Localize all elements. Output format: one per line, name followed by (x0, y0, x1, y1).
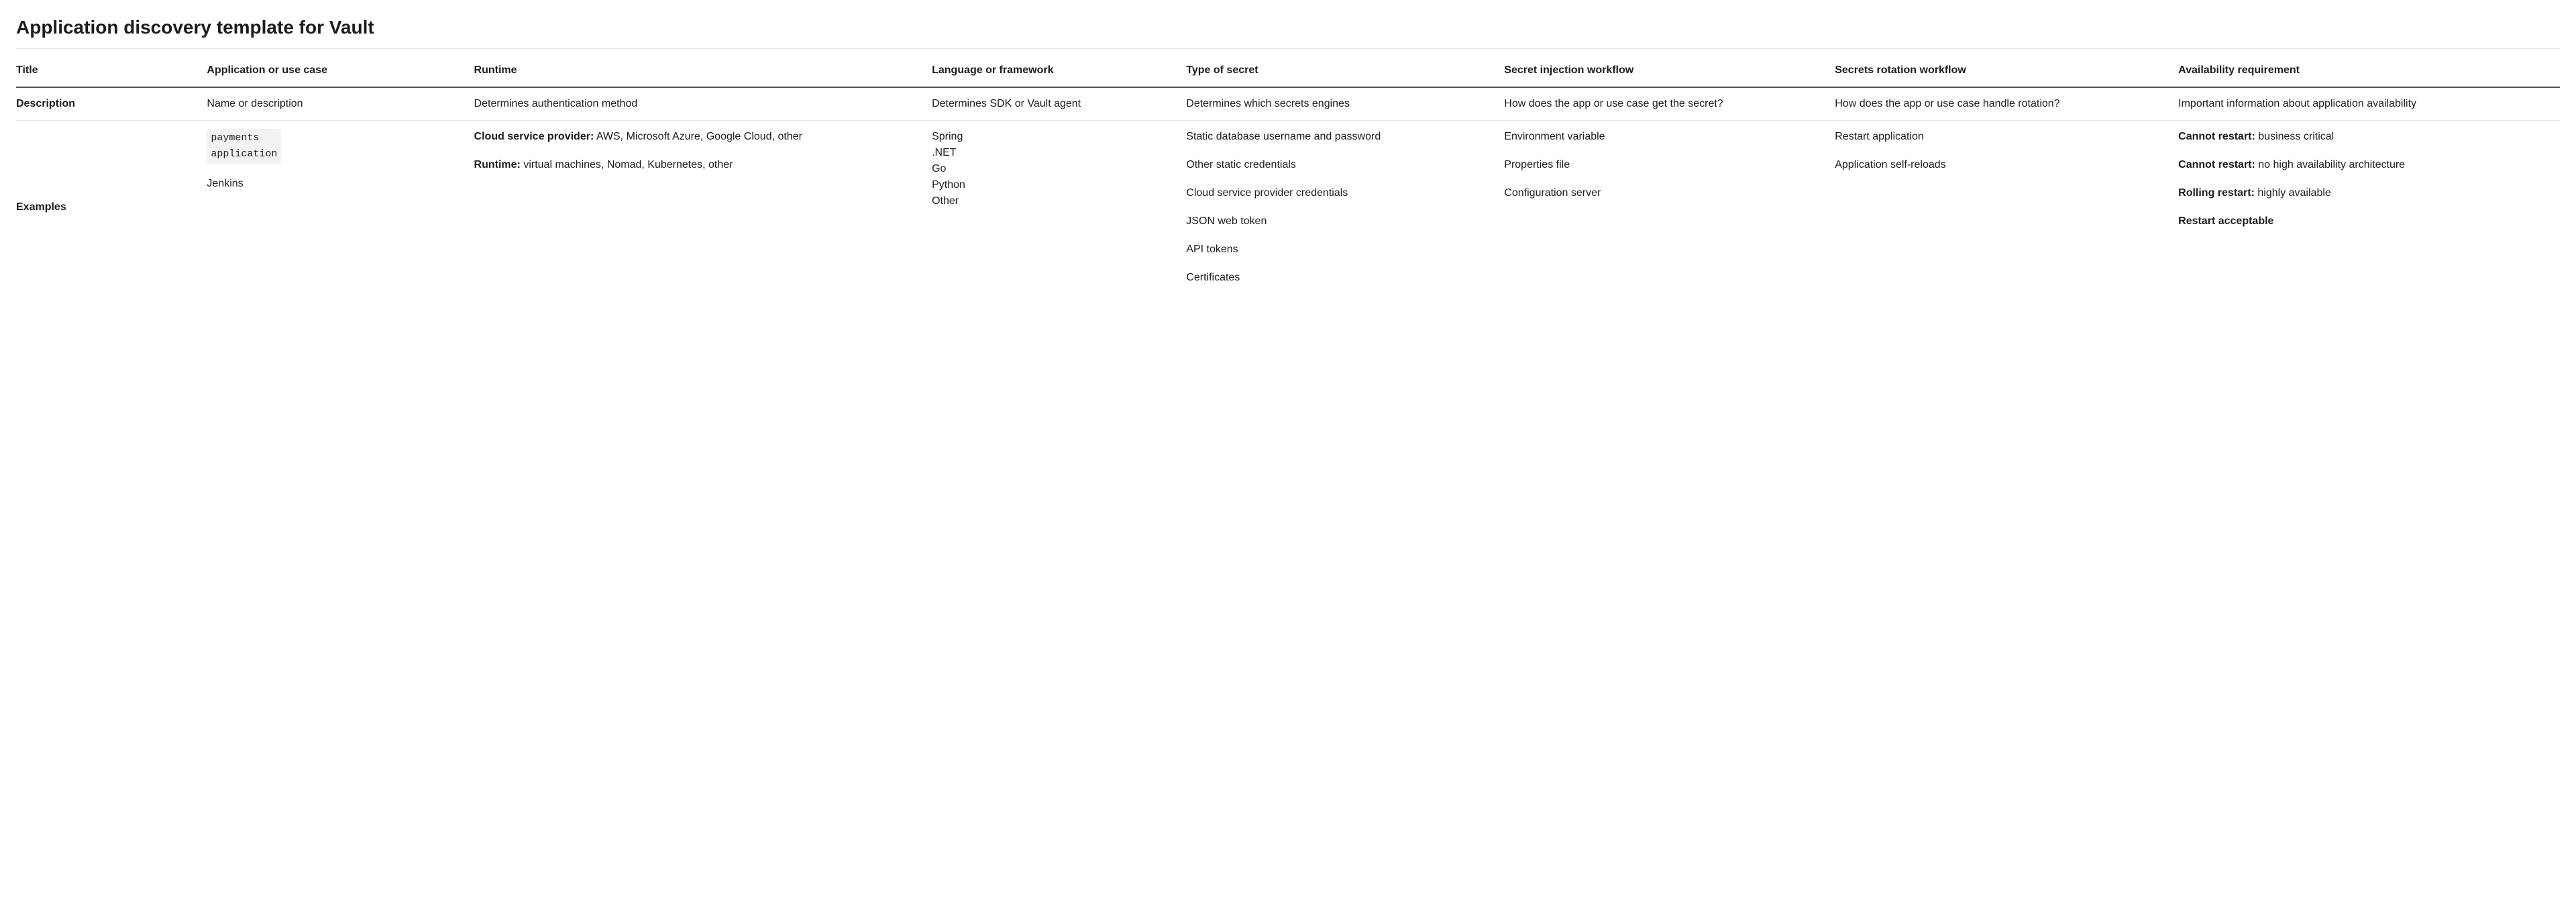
col-injection: Secret injection workflow (1504, 54, 1835, 87)
cell-ex-language: Spring .NET Go Python Other (932, 121, 1186, 295)
col-app-usecase: Application or use case (207, 54, 474, 87)
injection-item: Configuration server (1504, 185, 1828, 201)
avail-label: Restart acceptable (2178, 215, 2273, 227)
code-payments-app: payments application (207, 129, 281, 164)
discovery-template-table: Title Application or use case Runtime La… (16, 54, 2560, 294)
injection-item: Properties file (1504, 157, 1828, 173)
secret-type-item: Static database username and password (1186, 129, 1497, 145)
avail-label: Rolling restart: (2178, 187, 2255, 199)
row-description: Description Name or description Determin… (16, 87, 2560, 121)
col-title: Title (16, 54, 207, 87)
secret-type-item: Cloud service provider credentials (1186, 185, 1497, 201)
code-line: payments (211, 130, 277, 146)
cell-ex-secret-type: Static database username and password Ot… (1186, 121, 1504, 295)
row-label-examples: Examples (16, 121, 207, 295)
lang-item: Python (932, 177, 1179, 193)
cell-desc-language: Determines SDK or Vault agent (932, 87, 1186, 121)
avail-label: Cannot restart: (2178, 131, 2255, 142)
avail-text: business critical (2255, 131, 2334, 142)
code-line: application (211, 146, 277, 162)
label-runtime: Runtime: (474, 159, 521, 170)
page-title: Application discovery template for Vault (16, 13, 2560, 49)
cell-desc-app: Name or description (207, 87, 474, 121)
col-secret-type: Type of secret (1186, 54, 1504, 87)
secret-type-item: Certificates (1186, 270, 1497, 286)
cell-ex-runtime: Cloud service provider: AWS, Microsoft A… (474, 121, 932, 295)
row-label-description: Description (16, 87, 207, 121)
cell-ex-rotation: Restart application Application self-rel… (1835, 121, 2178, 295)
col-availability: Availability requirement (2178, 54, 2560, 87)
avail-text: no high availability architecture (2255, 159, 2405, 170)
secret-type-item: API tokens (1186, 242, 1497, 258)
secret-type-item: JSON web token (1186, 213, 1497, 229)
row-examples: Examples payments application Jenkins Cl… (16, 121, 2560, 295)
col-language: Language or framework (932, 54, 1186, 87)
avail-label: Cannot restart: (2178, 159, 2255, 170)
lang-item: Other (932, 193, 1179, 209)
text-jenkins: Jenkins (207, 176, 467, 192)
col-rotation: Secrets rotation workflow (1835, 54, 2178, 87)
text-cloud-provider: AWS, Microsoft Azure, Google Cloud, othe… (594, 131, 802, 142)
cell-desc-rotation: How does the app or use case handle rota… (1835, 87, 2178, 121)
label-cloud-provider: Cloud service provider: (474, 131, 594, 142)
secret-type-item: Other static credentials (1186, 157, 1497, 173)
injection-item: Environment variable (1504, 129, 1828, 145)
cell-desc-secret-type: Determines which secrets engines (1186, 87, 1504, 121)
cell-desc-availability: Important information about application … (2178, 87, 2560, 121)
cell-desc-injection: How does the app or use case get the sec… (1504, 87, 1835, 121)
col-runtime: Runtime (474, 54, 932, 87)
lang-item: .NET (932, 145, 1179, 161)
cell-ex-availability: Cannot restart: business critical Cannot… (2178, 121, 2560, 295)
rotation-item: Application self-reloads (1835, 157, 2171, 173)
lang-item: Go (932, 161, 1179, 177)
cell-ex-injection: Environment variable Properties file Con… (1504, 121, 1835, 295)
cell-ex-app: payments application Jenkins (207, 121, 474, 295)
table-header-row: Title Application or use case Runtime La… (16, 54, 2560, 87)
text-runtime: virtual machines, Nomad, Kubernetes, oth… (521, 159, 733, 170)
cell-desc-runtime: Determines authentication method (474, 87, 932, 121)
lang-item: Spring (932, 129, 1179, 145)
avail-text: highly available (2255, 187, 2331, 199)
rotation-item: Restart application (1835, 129, 2171, 145)
